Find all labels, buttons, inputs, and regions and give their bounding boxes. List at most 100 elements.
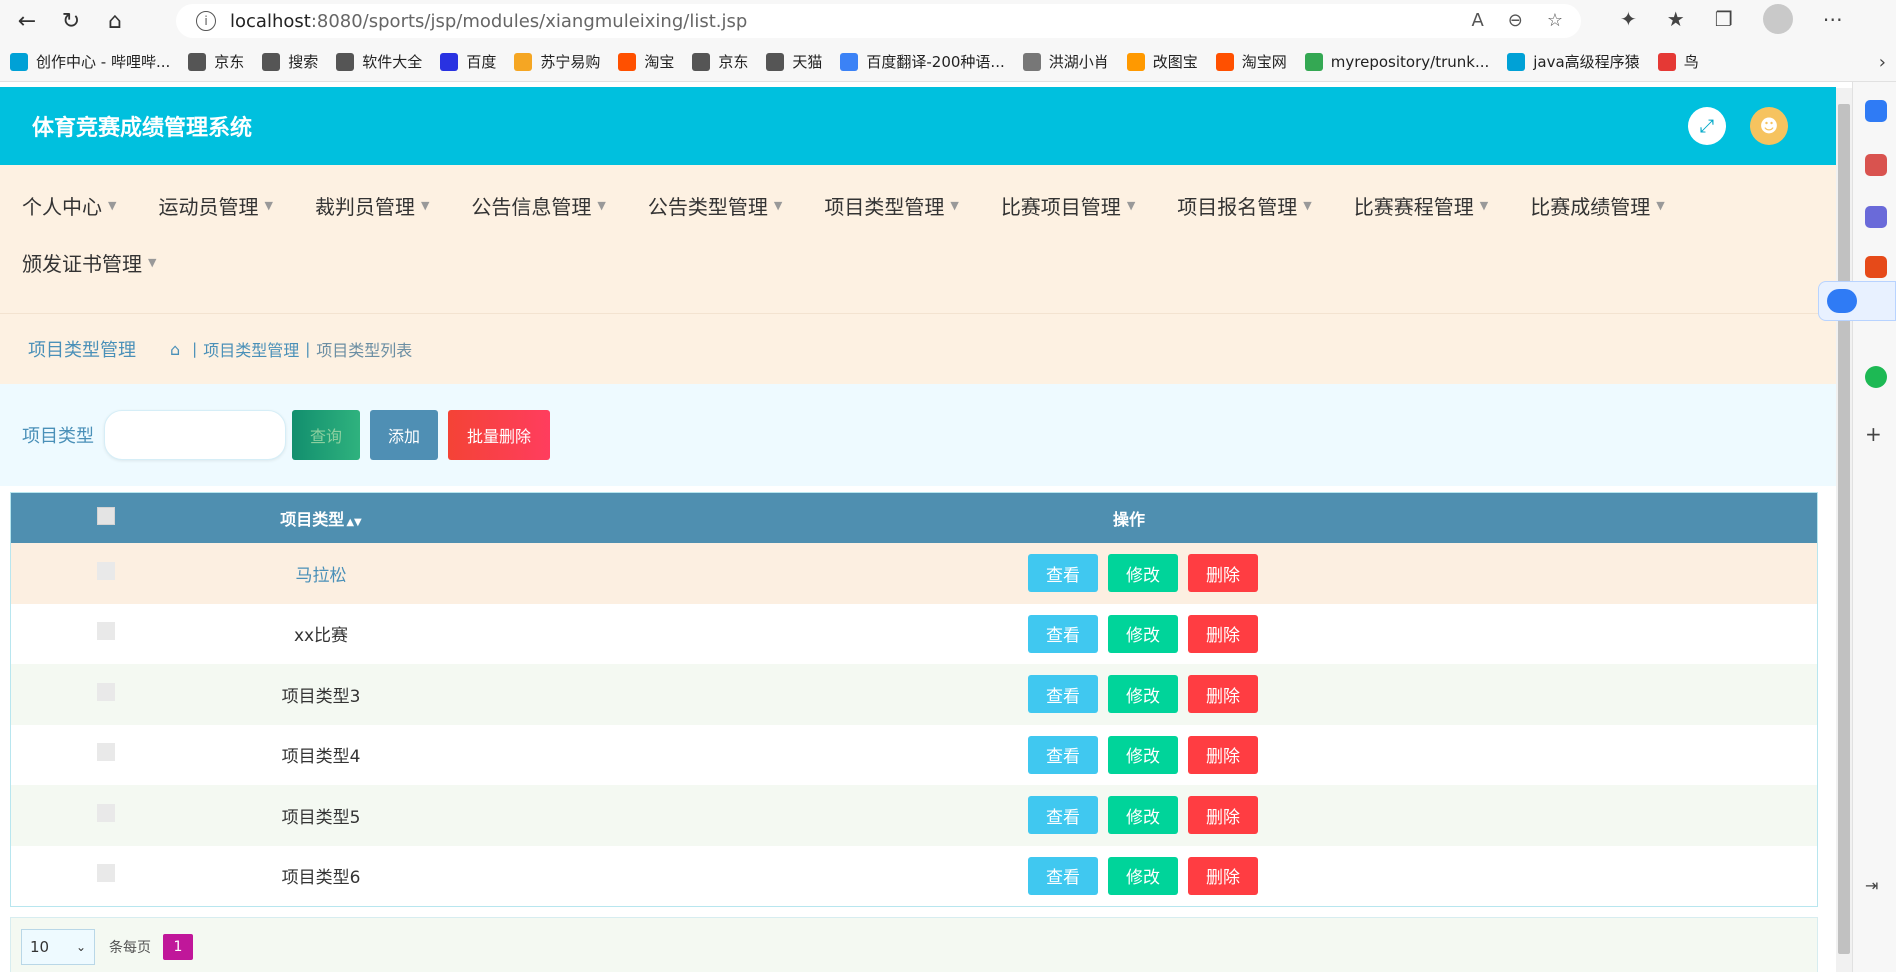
menu-item[interactable]: 比赛成绩管理 ▼ bbox=[1530, 191, 1664, 220]
baidu-cloud-floating-button[interactable] bbox=[1818, 281, 1896, 321]
row-checkbox[interactable] bbox=[97, 803, 115, 822]
menu-item[interactable]: 比赛项目管理 ▼ bbox=[1001, 191, 1135, 220]
edit-button[interactable]: 修改 bbox=[1108, 735, 1178, 774]
view-button[interactable]: 查看 bbox=[1028, 735, 1098, 774]
menu-item[interactable]: 运动员管理 ▼ bbox=[158, 191, 272, 220]
bookmark-item[interactable]: 天猫 bbox=[766, 51, 822, 72]
home-icon[interactable]: ⌂ bbox=[98, 4, 132, 38]
table-row: 项目类型3 查看 修改 删除 bbox=[11, 664, 1817, 725]
bookmark-item[interactable]: 京东 bbox=[692, 51, 748, 72]
menu-item[interactable]: 项目类型管理 ▼ bbox=[824, 191, 958, 220]
bookmark-item[interactable]: 搜索 bbox=[262, 51, 318, 72]
breadcrumb-link[interactable]: 项目类型管理 bbox=[203, 337, 299, 361]
address-bar[interactable]: i localhost:8080/sports/jsp/modules/xian… bbox=[176, 4, 1581, 38]
bookmark-label: 京东 bbox=[718, 53, 749, 71]
view-button[interactable]: 查看 bbox=[1028, 675, 1098, 714]
menu-item[interactable]: 公告类型管理 ▼ bbox=[648, 191, 782, 220]
bookmark-item[interactable]: 洪湖小肖 bbox=[1022, 51, 1109, 72]
bookmark-icon bbox=[618, 52, 637, 71]
query-button[interactable]: 查询 bbox=[292, 410, 360, 460]
bookmark-item[interactable]: 改图宝 bbox=[1126, 51, 1198, 72]
breadcrumb-separator: | bbox=[192, 340, 198, 358]
edit-button[interactable]: 修改 bbox=[1108, 675, 1178, 714]
bookmark-icon bbox=[692, 52, 711, 71]
column-header-type[interactable]: 项目类型 ▲▼ bbox=[201, 493, 441, 543]
search-input[interactable] bbox=[104, 410, 286, 460]
bookmark-item[interactable]: 淘宝 bbox=[618, 51, 674, 72]
delete-button[interactable]: 删除 bbox=[1188, 614, 1258, 653]
add-button[interactable]: 添加 bbox=[370, 410, 438, 460]
read-aloud-icon[interactable]: A bbox=[1471, 10, 1483, 31]
edit-button[interactable]: 修改 bbox=[1108, 614, 1178, 653]
edit-button[interactable]: 修改 bbox=[1108, 796, 1178, 835]
row-checkbox[interactable] bbox=[97, 682, 115, 701]
delete-button[interactable]: 删除 bbox=[1188, 554, 1258, 593]
select-all-checkbox[interactable] bbox=[97, 507, 115, 525]
bookmark-item[interactable]: 百度 bbox=[440, 51, 496, 72]
view-button[interactable]: 查看 bbox=[1028, 856, 1098, 895]
zoom-icon[interactable]: ⊖ bbox=[1508, 10, 1523, 31]
menu-item[interactable]: 比赛赛程管理 ▼ bbox=[1354, 191, 1488, 220]
menu-item[interactable]: 个人中心 ▼ bbox=[22, 191, 116, 220]
home-icon[interactable]: ⌂ bbox=[170, 340, 180, 359]
view-button[interactable]: 查看 bbox=[1028, 614, 1098, 653]
edit-button[interactable]: 修改 bbox=[1108, 554, 1178, 593]
browser-toolbar: ← ↻ ⌂ i localhost:8080/sports/jsp/module… bbox=[0, 0, 1896, 42]
collections-icon[interactable]: ❐ bbox=[1715, 7, 1733, 31]
caret-down-icon: ▼ bbox=[1656, 199, 1665, 212]
menu-item[interactable]: 颁发证书管理 ▼ bbox=[22, 248, 156, 277]
add-icon[interactable]: + bbox=[1865, 422, 1887, 446]
refresh-icon[interactable]: ↻ bbox=[54, 4, 88, 38]
row-checkbox[interactable] bbox=[97, 864, 115, 883]
bookmark-icon bbox=[188, 52, 207, 71]
shopping-icon[interactable] bbox=[1865, 154, 1887, 176]
menu-item-label: 公告信息管理 bbox=[471, 195, 592, 219]
bookmark-item[interactable]: 百度翻译-200种语... bbox=[840, 51, 1005, 72]
bookmark-item[interactable]: 京东 bbox=[188, 51, 244, 72]
bookmark-item[interactable]: myrepository/trunk... bbox=[1304, 52, 1489, 71]
page-size-select[interactable]: 10 ⌄ bbox=[21, 929, 95, 965]
extensions-icon[interactable]: ✦ bbox=[1620, 7, 1637, 31]
bookmark-item[interactable]: 鸟 bbox=[1657, 51, 1699, 72]
row-checkbox[interactable] bbox=[97, 622, 115, 641]
row-checkbox[interactable] bbox=[97, 561, 115, 580]
sort-icon: ▲▼ bbox=[346, 517, 362, 528]
delete-button[interactable]: 删除 bbox=[1188, 856, 1258, 895]
view-button[interactable]: 查看 bbox=[1028, 554, 1098, 593]
spotify-icon[interactable] bbox=[1865, 366, 1887, 388]
more-icon[interactable]: ⋯ bbox=[1823, 7, 1843, 31]
bookmark-label: 京东 bbox=[214, 53, 245, 71]
menu-item[interactable]: 项目报名管理 ▼ bbox=[1177, 191, 1311, 220]
search-icon[interactable] bbox=[1865, 100, 1887, 122]
favorites-icon[interactable]: ★ bbox=[1667, 7, 1685, 31]
bookmark-item[interactable]: 苏宁易购 bbox=[514, 51, 600, 72]
sidebar-toggle-icon[interactable]: ⇥ bbox=[1865, 876, 1887, 898]
back-icon[interactable]: ← bbox=[10, 4, 44, 38]
bookmark-item[interactable]: 淘宝网 bbox=[1215, 51, 1287, 72]
profile-avatar[interactable] bbox=[1762, 4, 1793, 34]
delete-button[interactable]: 删除 bbox=[1188, 796, 1258, 835]
bookmark-icon bbox=[1304, 52, 1323, 71]
row-checkbox[interactable] bbox=[97, 743, 115, 762]
bookmark-item[interactable]: 创作中心 - 哔哩哔... bbox=[10, 51, 170, 72]
edit-button[interactable]: 修改 bbox=[1108, 856, 1178, 895]
office-icon[interactable] bbox=[1865, 256, 1887, 278]
favorite-add-icon[interactable]: ☆ bbox=[1547, 10, 1563, 31]
menu-item[interactable]: 公告信息管理 ▼ bbox=[471, 191, 605, 220]
bookmark-icon bbox=[336, 52, 355, 71]
menu-item[interactable]: 裁判员管理 ▼ bbox=[315, 191, 429, 220]
scrollbar-thumb[interactable] bbox=[1838, 104, 1850, 954]
bookmarks-bar: 创作中心 - 哔哩哔... 京东 搜索 软件大全 百度 苏宁易购 淘宝 京东 天猫 百度翻译-20… bbox=[0, 42, 1896, 82]
page-number-button[interactable]: 1 bbox=[163, 934, 193, 960]
user-avatar-icon[interactable]: ☻ bbox=[1750, 107, 1788, 145]
site-info-icon[interactable]: i bbox=[196, 11, 216, 31]
bookmarks-more-icon[interactable]: › bbox=[1879, 52, 1886, 73]
delete-button[interactable]: 删除 bbox=[1188, 675, 1258, 714]
games-icon[interactable] bbox=[1865, 206, 1887, 228]
view-button[interactable]: 查看 bbox=[1028, 796, 1098, 835]
fullscreen-icon[interactable]: ⤢ bbox=[1688, 107, 1726, 145]
bookmark-item[interactable]: 软件大全 bbox=[336, 51, 422, 72]
delete-button[interactable]: 删除 bbox=[1188, 735, 1258, 774]
bookmark-item[interactable]: java高级程序猿 bbox=[1507, 51, 1640, 72]
bulk-delete-button[interactable]: 批量删除 bbox=[448, 410, 550, 460]
